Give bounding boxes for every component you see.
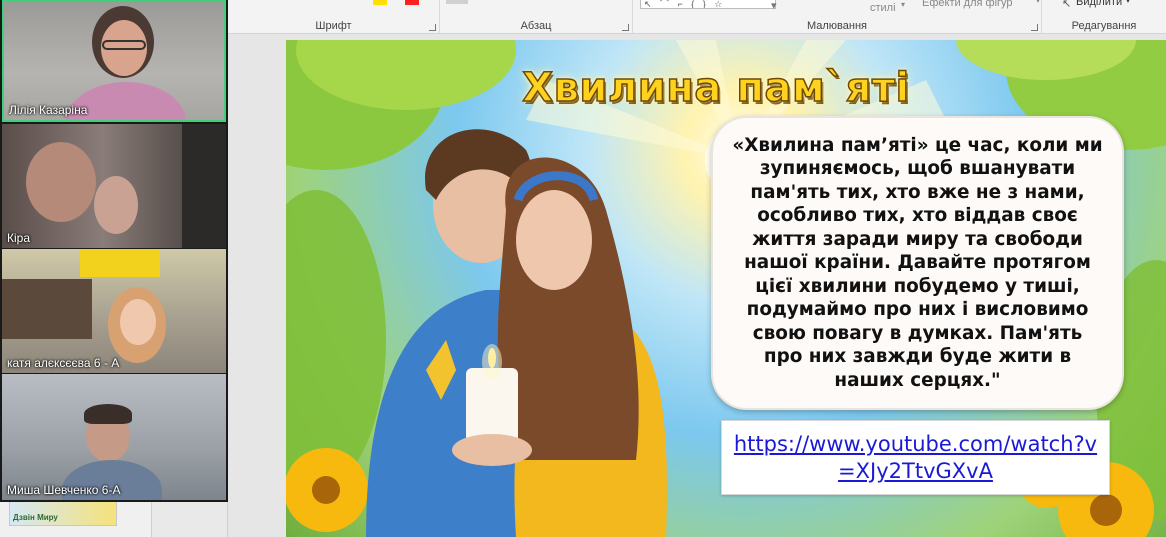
ribbon-group-font: Шрифт	[228, 0, 440, 34]
ribbon-group-paragraph: Абзац	[440, 0, 633, 34]
slide-body-textbox[interactable]: «Хвилина пам’яті» це час, коли ми зупиня…	[711, 116, 1124, 410]
youtube-link[interactable]: https://www.youtube.com/watch?v=XJy2TtvG…	[730, 431, 1102, 485]
slide-body-text: «Хвилина пам’яті» це час, коли ми зупиня…	[732, 134, 1103, 391]
participant-3-shelf	[2, 279, 92, 339]
participant-tile-2[interactable]: Кіра	[2, 124, 226, 248]
slide-thumbnail[interactable]: Дзвін Миру	[9, 500, 117, 526]
participant-tile-4[interactable]: Миша Шевченко 6-А	[2, 374, 226, 500]
participant-name: Лілія Казаріна	[9, 103, 88, 117]
participant-tile-1[interactable]: Лілія Казаріна	[2, 0, 226, 122]
drawing-dialog-launcher[interactable]	[1031, 24, 1038, 31]
participant-tile-3[interactable]: катя алєксєєва 6 - А	[2, 249, 226, 373]
ribbon-group-font-label: Шрифт	[315, 20, 352, 32]
slide-link-box[interactable]: https://www.youtube.com/watch?v=XJy2TtvG…	[721, 420, 1110, 495]
slide-title-box[interactable]: Хвилина пам`яті	[486, 58, 946, 118]
participant-2-background	[182, 124, 226, 248]
participant-3-face	[120, 299, 156, 345]
video-participants-panel: Лілія Казаріна Кіра катя алєксєєва 6 - А…	[0, 0, 228, 502]
ribbon-group-editing: Редагування	[1042, 0, 1166, 34]
ribbon: Шрифт Абзац ↖ ⌒ ⌐ { } ☆ ▾ стилі ▾ Ефекти…	[228, 0, 1166, 34]
ribbon-group-drawing: Малювання	[633, 0, 1042, 34]
participant-3-flag	[80, 249, 160, 277]
participant-name: Миша Шевченко 6-А	[7, 483, 121, 497]
slide-canvas[interactable]: Хвилина пам`яті «Хвилина пам’яті» це час…	[286, 40, 1166, 537]
participant-name: катя алєксєєва 6 - А	[7, 356, 120, 370]
ribbon-group-drawing-label: Малювання	[806, 20, 868, 32]
participant-name: Кіра	[7, 231, 31, 245]
participant-1-glasses	[102, 40, 146, 50]
participant-4-hair	[84, 404, 132, 424]
ribbon-group-editing-label: Редагування	[1071, 20, 1137, 32]
font-dialog-launcher[interactable]	[429, 24, 436, 31]
ribbon-group-paragraph-label: Абзац	[520, 20, 552, 32]
slide-thumbnail-text: Дзвін Миру	[13, 513, 58, 522]
slide-title: Хвилина пам`яті	[522, 64, 910, 112]
participant-2-person	[26, 142, 96, 222]
paragraph-dialog-launcher[interactable]	[622, 24, 629, 31]
participant-2-child	[94, 176, 138, 234]
